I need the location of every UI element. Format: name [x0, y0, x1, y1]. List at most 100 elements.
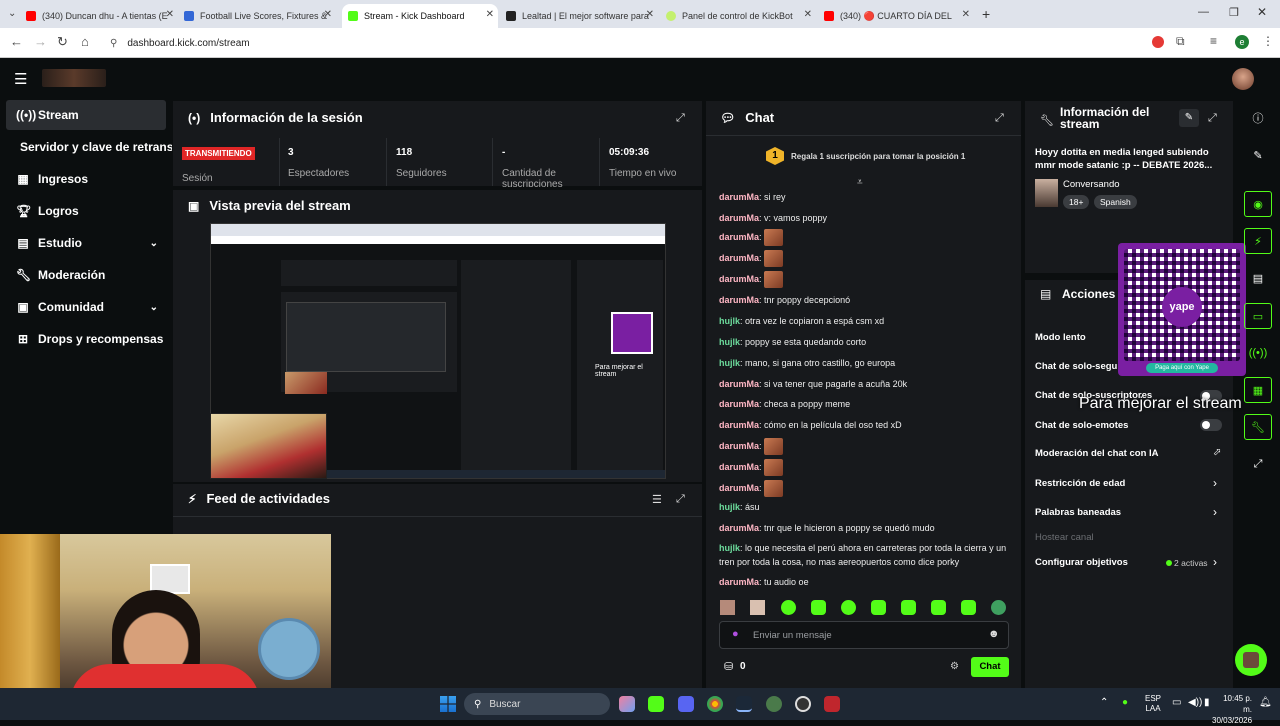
chat-icon[interactable]: ▭ — [1244, 303, 1272, 329]
maximize-icon[interactable]: ❐ — [1229, 6, 1239, 19]
close-tab-icon[interactable]: ✕ — [166, 9, 174, 20]
close-tab-icon[interactable]: ✕ — [962, 9, 970, 20]
action-banned-words[interactable]: Palabras baneadas — [1035, 507, 1121, 518]
tray-overflow-icon[interactable]: ⌃ — [1100, 697, 1108, 708]
chat-username[interactable]: hujlk — [719, 337, 740, 347]
app-icon[interactable] — [824, 696, 840, 712]
chevron-right-icon[interactable]: › — [1213, 476, 1217, 490]
close-window-icon[interactable]: ✕ — [1257, 5, 1267, 19]
chat-username[interactable]: darumMa — [719, 232, 759, 242]
browser-tab-active[interactable]: Stream - Kick Dashboard ✕ — [342, 4, 498, 28]
emote-icon[interactable] — [750, 600, 765, 615]
emote-icon[interactable] — [991, 600, 1006, 615]
emote-icon[interactable] — [720, 600, 735, 615]
forward-icon[interactable]: → — [34, 34, 47, 49]
copilot-icon[interactable] — [619, 696, 635, 712]
sidebar-item-server-key[interactable]: Servidor y clave de retransmisión — [20, 132, 172, 162]
site-info-icon[interactable]: ⚲ — [110, 38, 117, 49]
emote-icon[interactable] — [961, 600, 976, 615]
edit-pencil-icon[interactable]: ✎ — [1179, 109, 1199, 127]
app-icon[interactable] — [766, 696, 782, 712]
chat-username[interactable]: darumMa — [719, 483, 759, 493]
sidebar-item-studio[interactable]: ▤ Estudio ⌄ — [6, 228, 166, 258]
browser-tab[interactable]: Panel de control de KickBot ✕ — [666, 4, 816, 28]
chat-username[interactable]: darumMa — [719, 441, 759, 451]
reload-icon[interactable]: ↻ — [57, 34, 68, 50]
chat-emote[interactable] — [764, 250, 784, 267]
chat-username[interactable]: darumMa — [719, 379, 759, 389]
filter-icon[interactable]: ☰ — [652, 493, 662, 506]
expand-icon[interactable]: ⤢ — [676, 112, 685, 125]
browser-tab[interactable]: Lealtad | El mejor software para ✕ — [506, 4, 658, 28]
lightning-icon[interactable]: ⚡︎ — [1244, 228, 1272, 254]
taskbar-search[interactable]: ⚲ Buscar — [464, 693, 610, 715]
action-configure-goals[interactable]: Configurar objetivos — [1035, 557, 1128, 568]
kick-logo[interactable] — [42, 69, 106, 87]
floating-avatar-button[interactable] — [1235, 644, 1267, 676]
chat-username[interactable]: hujlk — [719, 502, 740, 512]
emote-icon[interactable] — [901, 600, 916, 615]
chat-username[interactable]: hujlk — [719, 316, 740, 326]
category-thumbnail[interactable] — [1035, 179, 1058, 207]
gift-icon[interactable]: ▦ — [1244, 377, 1272, 403]
microphone-tray-icon[interactable]: ● — [1122, 697, 1128, 708]
chat-username[interactable]: hujlk — [719, 358, 740, 368]
tab-search-icon[interactable]: ⌄ — [8, 8, 16, 19]
chat-username[interactable]: darumMa — [719, 577, 759, 587]
wrench-icon[interactable]: 🔧︎ — [1244, 414, 1272, 440]
emote-icon[interactable] — [931, 600, 946, 615]
taskbar-clock[interactable]: 10:45 p. m. 30/03/2026 — [1212, 693, 1252, 726]
chat-username[interactable]: darumMa — [719, 523, 759, 533]
sidebar-item-stream[interactable]: ((•)) Stream — [6, 100, 166, 130]
chat-settings-icon[interactable]: ⚙ — [950, 661, 959, 672]
chevron-right-icon[interactable]: › — [1213, 505, 1217, 519]
emoji-icon[interactable]: ☻ — [988, 628, 1000, 640]
language-indicator[interactable]: ESP LAA — [1145, 694, 1161, 714]
chat-emote[interactable] — [764, 271, 784, 288]
media-control-icon[interactable]: ≡ — [1210, 34, 1217, 48]
emote-icon[interactable] — [811, 600, 826, 615]
category-name[interactable]: Conversando — [1063, 179, 1120, 190]
action-emotes-only[interactable]: Chat de solo-emotes — [1035, 420, 1128, 431]
back-icon[interactable]: ← — [10, 34, 23, 49]
chat-username[interactable]: darumMa — [719, 274, 759, 284]
emote-icon[interactable] — [871, 600, 886, 615]
chat-emote[interactable] — [764, 229, 784, 246]
microphone-icon[interactable]: ● — [732, 628, 739, 640]
sidebar-item-achievements[interactable]: 🏆︎ Logros — [6, 196, 166, 226]
extensions-puzzle-icon[interactable]: ⧉ — [1176, 34, 1185, 49]
chrome-icon[interactable] — [707, 696, 723, 712]
new-tab-button[interactable]: + — [982, 6, 990, 22]
close-tab-icon[interactable]: ✕ — [804, 9, 812, 20]
chat-input-box[interactable]: ● Enviar un mensaje ☻ — [719, 621, 1009, 649]
info-icon[interactable]: ⓘ — [1244, 105, 1272, 131]
chat-username[interactable]: darumMa — [719, 192, 759, 202]
user-avatar[interactable] — [1232, 68, 1254, 90]
expand-icon[interactable]: ⤢ — [995, 112, 1004, 125]
chat-username[interactable]: darumMa — [719, 420, 759, 430]
steam-icon[interactable] — [736, 696, 752, 712]
external-link-icon[interactable]: ⬀ — [1213, 447, 1221, 458]
camera-icon[interactable]: ◉ — [1244, 191, 1272, 217]
hamburger-menu-icon[interactable]: ☰ — [14, 70, 27, 88]
emote-icon[interactable] — [841, 600, 856, 615]
chat-emote[interactable] — [764, 459, 784, 476]
sidebar-item-moderation[interactable]: 🔧︎ Moderación — [6, 260, 166, 290]
browser-menu-icon[interactable]: ⋮ — [1262, 34, 1274, 48]
emote-icon[interactable] — [781, 600, 796, 615]
broadcast-icon[interactable]: ((•)) — [1244, 340, 1272, 366]
extension-icon[interactable] — [1152, 36, 1164, 48]
document-icon[interactable]: ▤ — [1244, 265, 1272, 291]
notification-bell-icon[interactable]: 🔔︎ — [1259, 697, 1272, 708]
battery-icon[interactable]: ▮ — [1204, 697, 1210, 708]
kick-app-icon[interactable] — [648, 696, 664, 712]
expand-icon[interactable]: ⤢ — [676, 493, 685, 506]
emotes-only-toggle[interactable] — [1200, 419, 1222, 431]
action-ai-moderation[interactable]: Moderación del chat con IA — [1035, 448, 1159, 459]
url-bar[interactable]: ⚲ dashboard.kick.com/stream — [102, 33, 1142, 53]
chevron-right-icon[interactable]: › — [1213, 555, 1217, 569]
chat-username[interactable]: darumMa — [719, 213, 759, 223]
chat-username[interactable]: darumMa — [719, 462, 759, 472]
profile-avatar[interactable]: e — [1235, 35, 1249, 49]
points-icon[interactable]: ⛁ — [724, 660, 733, 673]
